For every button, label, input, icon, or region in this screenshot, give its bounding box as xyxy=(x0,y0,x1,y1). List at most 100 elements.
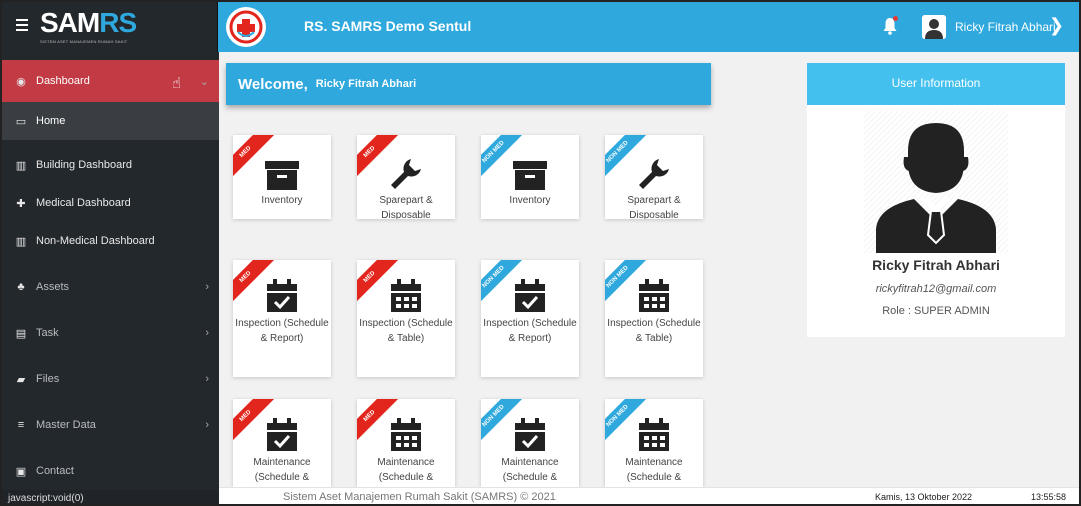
chevron-right-icon: › xyxy=(205,281,209,293)
user-email: rickyfitrah12@gmail.com xyxy=(875,283,997,295)
calendar-check-icon xyxy=(511,415,549,453)
laptop-icon: ▭ xyxy=(15,115,27,128)
welcome-name: Ricky Fitrah Abhari xyxy=(315,78,417,90)
user-avatar-icon[interactable] xyxy=(922,15,946,39)
user-full-name: Ricky Fitrah Abhari xyxy=(872,257,1000,273)
sidebar-item-label: Task xyxy=(36,327,59,339)
user-info-header: User Information xyxy=(807,63,1065,105)
footer-time: 13:55:58 xyxy=(1031,492,1067,502)
database-icon: ≡ xyxy=(17,419,25,431)
calendar-check-icon xyxy=(511,276,549,314)
sidebar-item-label: Medical Dashboard xyxy=(36,197,131,209)
dashboard-icon: ◉ xyxy=(16,75,26,88)
calendar-grid-icon xyxy=(387,276,425,314)
contact-card-icon: ▣ xyxy=(15,465,27,478)
sidebar-item-medical-dashboard[interactable]: ✚ Medical Dashboard xyxy=(2,184,219,222)
card-label: Inventory xyxy=(509,195,551,206)
notification-dot xyxy=(893,16,898,21)
card-med-sparepart[interactable]: MED Sparepart & Disposable xyxy=(357,135,455,219)
card-label: Maintenance (Schedule & xyxy=(501,457,559,483)
building-icon: ▥ xyxy=(15,159,27,172)
samrs-logo[interactable]: SAMRS SISTEM ASET MANAJEMEN RUMAH SAKIT xyxy=(40,8,158,46)
notification-bell-icon[interactable] xyxy=(883,16,898,35)
wrench-icon xyxy=(635,155,673,193)
folder-icon: ▰ xyxy=(16,373,26,386)
card-label: Maintenance (Schedule & xyxy=(625,457,683,483)
sidebar-item-task[interactable]: ▤ Task › xyxy=(2,310,219,356)
sidebar-item-label: Files xyxy=(36,373,60,385)
chevron-right-icon[interactable]: ❯ xyxy=(1049,15,1064,36)
hospital-logo xyxy=(226,7,266,47)
card-med-inspection-table[interactable]: MED Inspection (Schedule & Table) xyxy=(357,260,455,377)
sidebar-item-master-data[interactable]: ≡ Master Data › xyxy=(2,402,219,448)
sidebar-item-building-dashboard[interactable]: ▥ Building Dashboard xyxy=(2,146,219,184)
card-label: Sparepart & Disposable xyxy=(627,195,681,219)
card-nonmed-maintenance-table[interactable]: NON MED Maintenance (Schedule & xyxy=(605,399,703,487)
assets-icon: ♣ xyxy=(17,281,25,293)
card-med-inspection-report[interactable]: MED Inspection (Schedule & Report) xyxy=(233,260,331,377)
sidebar-item-contact[interactable]: ▣ Contact xyxy=(2,448,219,494)
chevron-right-icon: › xyxy=(205,327,209,339)
sidebar-item-label: Building Dashboard xyxy=(36,159,133,171)
calendar-grid-icon xyxy=(387,415,425,453)
card-label: Inspection (Schedule & Report) xyxy=(483,318,577,344)
sidebar-item-assets[interactable]: ♣ Assets › xyxy=(2,264,219,310)
card-label: Inspection (Schedule & Table) xyxy=(359,318,453,344)
sidebar-item-home[interactable]: ▭ Home xyxy=(2,102,219,140)
sidebar: ◉ Dashboard ☝ ⌄ ▭ Home ▥ Building Dashbo… xyxy=(2,52,219,504)
logo-text-a: SAM xyxy=(40,7,100,38)
brand-area: SAMRS SISTEM ASET MANAJEMEN RUMAH SAKIT xyxy=(2,2,218,52)
card-nonmed-inspection-table[interactable]: NON MED Inspection (Schedule & Table) xyxy=(605,260,703,377)
sidebar-item-non-medical-dashboard[interactable]: ▥ Non-Medical Dashboard xyxy=(2,222,219,260)
archive-box-icon xyxy=(511,155,549,193)
sidebar-item-label: Assets xyxy=(36,281,70,293)
menu-icon[interactable] xyxy=(16,19,28,33)
card-nonmed-sparepart[interactable]: NON MED Sparepart & Disposable xyxy=(605,135,703,219)
calendar-grid-icon xyxy=(635,276,673,314)
calendar-check-icon xyxy=(263,276,301,314)
sidebar-item-label: Contact xyxy=(36,465,74,477)
sidebar-item-files[interactable]: ▰ Files › xyxy=(2,356,219,402)
calendar-grid-icon xyxy=(635,415,673,453)
card-label: Inspection (Schedule & Table) xyxy=(607,318,701,344)
footer: Sistem Aset Manajemen Rumah Sakit (SAMRS… xyxy=(219,487,1079,504)
user-avatar-icon xyxy=(864,111,1008,253)
building-icon: ▥ xyxy=(15,235,27,248)
card-label: Maintenance (Schedule & xyxy=(253,457,311,483)
medical-icon: ✚ xyxy=(16,197,26,210)
card-label: Sparepart & Disposable xyxy=(379,195,433,219)
archive-box-icon xyxy=(263,155,301,193)
user-role: Role : SUPER ADMIN xyxy=(882,305,990,317)
welcome-title: Welcome, xyxy=(238,75,308,93)
sidebar-item-label: Master Data xyxy=(36,419,96,431)
hospital-name: RS. SAMRS Demo Sentul xyxy=(304,18,472,34)
top-bar: SAMRS SISTEM ASET MANAJEMEN RUMAH SAKIT … xyxy=(2,2,1079,52)
task-icon: ▤ xyxy=(15,327,27,340)
welcome-banner: Welcome, Ricky Fitrah Abhari xyxy=(226,63,711,105)
card-med-maintenance-report[interactable]: MED Maintenance (Schedule & xyxy=(233,399,331,487)
app-window: SAMRS SISTEM ASET MANAJEMEN RUMAH SAKIT … xyxy=(0,0,1081,506)
footer-date: Kamis, 13 Oktober 2022 xyxy=(875,492,973,502)
header-user-name[interactable]: Ricky Fitrah Abhari xyxy=(955,20,1056,34)
card-med-maintenance-table[interactable]: MED Maintenance (Schedule & xyxy=(357,399,455,487)
footer-copyright: Sistem Aset Manajemen Rumah Sakit (SAMRS… xyxy=(283,491,556,503)
card-nonmed-inventory[interactable]: NON MED Inventory xyxy=(481,135,579,219)
calendar-check-icon xyxy=(263,415,301,453)
sidebar-item-label: Non-Medical Dashboard xyxy=(36,235,155,247)
card-nonmed-inspection-report[interactable]: NON MED Inspection (Schedule & Report) xyxy=(481,260,579,377)
card-nonmed-maintenance-report[interactable]: NON MED Maintenance (Schedule & xyxy=(481,399,579,487)
card-label: Inspection (Schedule & Report) xyxy=(235,318,329,344)
status-bar-url: javascript:void(0) xyxy=(2,490,219,504)
hand-cursor-icon: ☝ xyxy=(172,75,182,92)
chevron-down-icon: ⌄ xyxy=(199,75,209,88)
chevron-right-icon: › xyxy=(205,373,209,385)
logo-text-b: RS xyxy=(99,7,137,38)
logo-subtitle: SISTEM ASET MANAJEMEN RUMAH SAKIT xyxy=(40,39,128,44)
wrench-icon xyxy=(387,155,425,193)
card-label: Inventory xyxy=(261,195,303,206)
chevron-right-icon: › xyxy=(205,419,209,431)
card-med-inventory[interactable]: MED Inventory xyxy=(233,135,331,219)
sidebar-item-label: Home xyxy=(36,115,66,127)
sidebar-item-dashboard[interactable]: ◉ Dashboard ☝ ⌄ xyxy=(2,60,219,102)
card-label: Maintenance (Schedule & xyxy=(377,457,435,483)
